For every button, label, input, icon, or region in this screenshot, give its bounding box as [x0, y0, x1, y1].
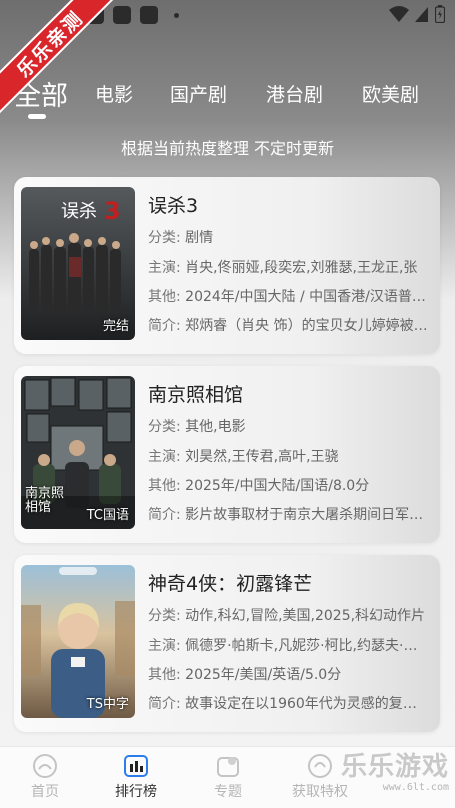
watermark-url: www.6lt.com: [382, 782, 449, 793]
topic-icon: [217, 757, 239, 777]
movie-card[interactable]: 误杀 3 完结 误杀3 分类: 剧情 主演: 肖央,佟丽娅,段奕宏,刘雅瑟,王龙…: [14, 177, 440, 354]
nav-topic[interactable]: 专题: [188, 753, 268, 801]
tab-hk-tw-series[interactable]: 港台剧: [266, 80, 323, 107]
tab-domestic-series[interactable]: 国产剧: [170, 80, 227, 107]
poster-title-text: 南京照相馆: [25, 486, 65, 515]
privilege-icon: [308, 754, 332, 778]
movie-title: 南京照相馆: [148, 384, 244, 406]
movie-poster: TS中字: [21, 565, 135, 718]
movie-title: 误杀3: [148, 195, 199, 217]
ranking-subtitle: 根据当前热度整理 不定时更新: [120, 139, 335, 158]
svg-text:误杀: 误杀: [61, 201, 97, 222]
nav-ranking[interactable]: 排行榜: [96, 753, 176, 801]
corner-ribbon: 乐乐亲测: [0, 0, 120, 120]
cell-signal-icon: [415, 7, 428, 22]
movie-cast: 主演: 肖央,佟丽娅,段奕宏,刘雅瑟,王龙正,张: [148, 260, 418, 276]
tab-western-series[interactable]: 欧美剧: [362, 80, 419, 107]
movie-genre: 分类: 其他,电影: [148, 419, 246, 435]
wifi-icon: [389, 6, 409, 22]
svg-text:3: 3: [104, 197, 121, 225]
movie-intro: 简介: 影片故事取材于南京大屠杀期间日军真实罪证: [148, 507, 430, 523]
ribbon-text: 乐乐亲测: [0, 0, 120, 120]
movie-card[interactable]: 南京照相馆 TC国语 南京照相馆 分类: 其他,电影 主演: 刘昊然,王传君,高…: [14, 366, 440, 543]
movie-genre: 分类: 剧情: [148, 230, 214, 246]
home-icon: [33, 754, 57, 778]
poster-status-badge: TC国语: [86, 508, 129, 523]
nav-home[interactable]: 首页: [5, 753, 85, 801]
movie-title: 神奇4侠：初露锋芒: [148, 573, 313, 595]
poster-status-badge: 完结: [102, 319, 129, 334]
battery-icon: [435, 5, 445, 23]
watermark-logo-text: 乐乐游戏: [340, 752, 449, 782]
movie-cast: 主演: 刘昊然,王传君,高叶,王骁: [148, 449, 339, 465]
movie-genre: 分类: 动作,科幻,冒险,美国,2025,科幻动作片: [148, 608, 426, 624]
movie-intro: 简介: 故事设定在以1960年代为灵感的复古未来世界: [148, 696, 430, 712]
movie-intro: 简介: 郑炳睿（肖央 饰）的宝贝女儿婷婷被绑架: [148, 318, 430, 334]
poster-status-badge: TS中字: [86, 697, 129, 712]
movie-other-info: 其他: 2025年/美国/英语/5.0分: [148, 667, 342, 683]
movie-other-info: 其他: 2024年/中国大陆 / 中国香港/汉语普通话: [148, 289, 430, 305]
movie-other-info: 其他: 2025年/中国大陆/国语/8.0分: [148, 478, 370, 494]
more-notifications-icon: [174, 13, 179, 18]
nav-label: 首页: [31, 784, 59, 800]
site-watermark: 乐乐游戏 www.6lt.com: [337, 752, 449, 802]
movie-poster: 南京照相馆 TC国语: [21, 376, 135, 529]
nav-label: 专题: [214, 784, 242, 800]
movie-poster: 误杀 3 完结: [21, 187, 135, 340]
nav-label: 排行榜: [115, 784, 157, 800]
movie-cast: 主演: 佩德罗·帕斯卡,凡妮莎·柯比,约瑟夫·奎因: [148, 638, 430, 654]
ranking-icon: [124, 755, 148, 777]
notification-icon: [140, 6, 158, 24]
movie-card[interactable]: TS中字 神奇4侠：初露锋芒 分类: 动作,科幻,冒险,美国,2025,科幻动作…: [14, 555, 440, 732]
